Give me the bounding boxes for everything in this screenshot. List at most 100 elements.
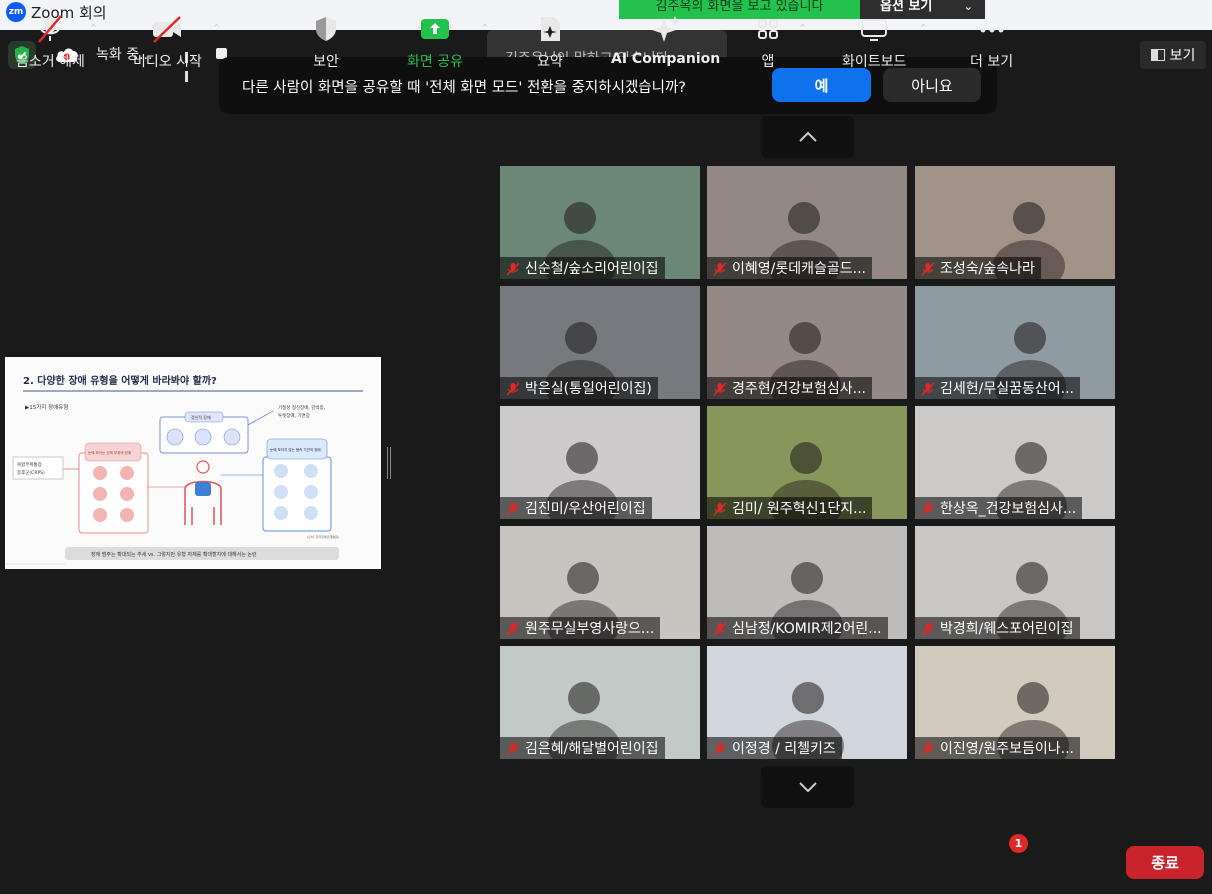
security-label: 보안 (313, 54, 339, 70)
participant-nameplate: 원주무실부영사랑으... (500, 617, 661, 639)
split-view-resize-handle[interactable] (387, 447, 391, 479)
summary-label: 요약 (537, 54, 563, 70)
participant-tile[interactable]: 심남정/KOMIR제2어린... (707, 526, 907, 639)
participant-name: 원주무실부영사랑으... (525, 621, 655, 637)
participant-tile[interactable]: 경주현/건강보험심사... (707, 286, 907, 399)
participant-name: 박은실(통일어린이집) (525, 381, 652, 397)
more-label: 더 보기 (970, 54, 1014, 70)
muted-mic-icon (713, 501, 727, 516)
muted-mic-icon (506, 741, 520, 756)
view-button-label: 보기 (1169, 48, 1196, 64)
start-video-button[interactable]: 비디오 시작 (133, 14, 202, 71)
gallery-prev-page-button[interactable] (761, 116, 854, 158)
muted-microphone-icon (35, 14, 65, 44)
left-note-line2: 증후군(CRPS) (17, 470, 45, 476)
view-options-label: 옵션 보기 (880, 0, 933, 14)
whiteboard-icon (860, 14, 888, 44)
participant-nameplate: 김은혜/해달별어린이집 (500, 737, 665, 759)
participant-tile[interactable]: 김미/ 원주혁신1단지... (707, 406, 907, 519)
apps-options-caret-icon[interactable]: ⌃ (798, 22, 807, 35)
security-shield-icon (313, 14, 339, 44)
participant-name: 신순철/숲소리어린이집 (525, 261, 659, 277)
slide-title: 2. 다양한 장애 유형을 어떻게 바라봐야 할까? (23, 374, 217, 387)
participant-tile[interactable]: 원주무실부영사랑으... (500, 526, 700, 639)
right-box-label: 눈에 보이지 않는 몸속 기관의 장애 (270, 447, 321, 452)
share-screen-button[interactable]: 화면 공유 (407, 14, 463, 71)
left-note-line1: 복합부위통증 (17, 461, 42, 468)
participant-tile[interactable]: 박은실(통일어린이집) (500, 286, 700, 399)
muted-mic-icon (713, 741, 727, 756)
participant-nameplate: 경주현/건강보험심사... (707, 377, 872, 399)
participant-tile[interactable]: 김세헌/무실꿈동산어... (915, 286, 1115, 399)
participant-nameplate: 신순철/숲소리어린이집 (500, 257, 665, 279)
summary-document-icon (537, 14, 563, 44)
apps-button[interactable]: 앱 (756, 14, 780, 71)
left-box-label: 눈에 보이는 신체 부위의 장애 (88, 450, 131, 455)
muted-mic-icon (506, 261, 520, 276)
participant-name: 이정경 / 리첼키즈 (732, 741, 836, 757)
whiteboard-options-caret-icon[interactable]: ⌃ (919, 22, 928, 35)
shared-screen[interactable]: 2. 다양한 장애 유형을 어떻게 바라봐야 할까? ▶15가지 장애유형 복합… (5, 357, 381, 569)
share-options-caret-icon[interactable]: ⌃ (480, 22, 489, 35)
participant-tile[interactable]: 조성숙/숲속나라 (915, 166, 1115, 279)
participant-name: 김세헌/무실꿈동산어... (940, 381, 1074, 397)
participant-tile[interactable]: 김진미/우산어린이집 (500, 406, 700, 519)
muted-mic-icon (506, 381, 520, 396)
participant-tile[interactable]: 박경희/웨스포어린이집 (915, 526, 1115, 639)
share-screen-icon (420, 14, 450, 44)
muted-mic-icon (506, 501, 520, 516)
whiteboard-button[interactable]: 화이트보드 (842, 14, 906, 71)
security-button[interactable]: 보안 (313, 14, 339, 71)
right-note-line1: 기질성 정신장애, 강박증, (278, 404, 325, 411)
participant-tile[interactable]: 신순철/숲소리어린이집 (500, 166, 700, 279)
participant-tile[interactable]: 한상옥_건강보험심사... (915, 406, 1115, 519)
slide-source: (출처: 한국장애인개발원) (307, 534, 339, 539)
ai-companion-button[interactable]: AI Companion (611, 14, 720, 67)
audio-options-caret-icon[interactable]: ⌃ (89, 22, 98, 35)
participant-tile[interactable]: 이정경 / 리첼키즈 (707, 646, 907, 759)
slide-graphic: 2. 다양한 장애 유형을 어떻게 바라봐야 할까? ▶15가지 장애유형 복합… (5, 357, 381, 569)
muted-mic-icon (921, 741, 935, 756)
participant-name: 조성숙/숲속나라 (940, 261, 1035, 277)
start-video-label: 비디오 시작 (133, 54, 202, 70)
apps-icon (756, 14, 780, 44)
participant-name: 김진미/우산어린이집 (525, 501, 646, 517)
yes-button[interactable]: 예 (772, 68, 871, 102)
summary-button[interactable]: 요약 (537, 14, 563, 71)
right-note-line2: 투렛장애, 기면증 (278, 412, 310, 419)
muted-mic-icon (921, 621, 935, 636)
more-dots-icon (978, 14, 1006, 44)
participant-name: 심남정/KOMIR제2어린... (732, 621, 882, 637)
participant-name: 경주현/건강보험심사... (732, 381, 866, 397)
end-meeting-button[interactable]: 종료 (1126, 846, 1204, 879)
slide-bottom-bar: 장애 범주는 확대되는 추세 vs. 그렇지만 유형 자체를 확대할지에 대해서… (91, 551, 257, 558)
participant-nameplate: 한상옥_건강보험심사... (915, 497, 1083, 519)
participant-nameplate: 김미/ 원주혁신1단지... (707, 497, 873, 519)
more-button[interactable]: 더 보기 (970, 14, 1013, 71)
participant-tile[interactable]: 김은혜/해달별어린이집 (500, 646, 700, 759)
muted-mic-icon (921, 501, 935, 516)
unmute-button[interactable]: 음소거 해제 (16, 14, 85, 71)
video-off-icon (150, 14, 184, 44)
chevron-down-icon (798, 782, 817, 793)
gallery-next-page-button[interactable] (761, 766, 854, 808)
participant-tile[interactable]: 이진영/원주보듬이나... (915, 646, 1115, 759)
view-button[interactable]: 보기 (1140, 41, 1206, 69)
participant-nameplate: 이혜영/롯데캐슬골드... (707, 257, 872, 279)
apps-label: 앱 (761, 54, 775, 70)
ai-sparkle-icon (650, 14, 682, 44)
no-button[interactable]: 아니요 (883, 68, 981, 102)
participant-tile[interactable]: 이혜영/롯데캐슬골드... (707, 166, 907, 279)
participant-nameplate: 박경희/웨스포어린이집 (915, 617, 1080, 639)
slide-subtitle: ▶15가지 장애유형 (25, 403, 68, 411)
notification-badge: 1 (1009, 834, 1028, 853)
participant-nameplate: 김세헌/무실꿈동산어... (915, 377, 1080, 399)
participant-name: 한상옥_건강보험심사... (940, 501, 1077, 517)
share-screen-label: 화면 공유 (407, 54, 463, 70)
participant-name: 김미/ 원주혁신1단지... (732, 501, 867, 517)
participant-nameplate: 이정경 / 리첼키즈 (707, 737, 842, 759)
video-options-caret-icon[interactable]: ⌃ (212, 22, 221, 35)
whiteboard-label: 화이트보드 (842, 54, 907, 70)
layout-icon (1150, 49, 1165, 61)
muted-mic-icon (713, 261, 727, 276)
